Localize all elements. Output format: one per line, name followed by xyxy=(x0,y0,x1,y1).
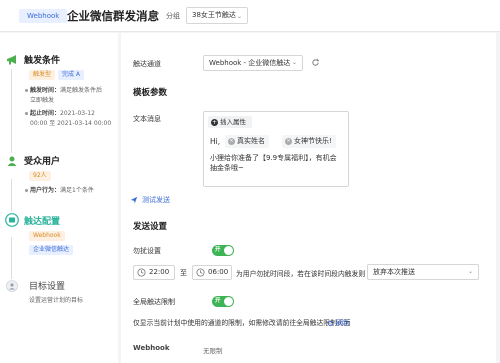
greeting-text: Hi, xyxy=(210,137,221,146)
group-select[interactable]: 38女王节触达 ⌄ xyxy=(186,7,248,24)
channel-select-value: Webhook - 企业微信触达 xyxy=(209,59,291,67)
test-send-label: 测试发送 xyxy=(142,196,170,204)
toggle-knob xyxy=(224,246,233,255)
trigger-time-value2: 立即触发 xyxy=(30,97,55,104)
group-select-value: 38女王节触达 xyxy=(192,11,236,19)
audience-count-chip: 92人 xyxy=(29,171,51,181)
dnd-toggle[interactable]: 开 xyxy=(212,245,234,256)
toggle-knob xyxy=(224,297,233,306)
dnd-action-select[interactable]: 放弃本次推送 ⌄ xyxy=(367,264,479,280)
period-value: 2021-03-12 xyxy=(60,110,95,117)
users-icon xyxy=(7,156,17,166)
page-header: Webhook 企业微信群发消息 分组 38女王节触达 ⌄ xyxy=(0,0,500,32)
refresh-label: 刷新 xyxy=(336,319,350,327)
behavior-value: 满足1个条件 xyxy=(60,187,94,194)
steps-sidebar: 触发条件 触发型 完成 A 触发时间：满足触发条件后 立即触发 起止时间：202… xyxy=(0,33,118,363)
step-connector xyxy=(11,179,12,211)
dnd-label: 勿扰设置 xyxy=(133,247,161,255)
webhook-limit-label: Webhook xyxy=(133,344,170,352)
chevron-down-icon: ⌄ xyxy=(236,13,242,20)
variable-chip[interactable]: × 女神节快乐! xyxy=(282,135,336,148)
insert-attr-label: 插入属性 xyxy=(220,118,246,126)
send-settings-title: 发送设置 xyxy=(133,222,168,232)
step-trigger-title[interactable]: 触发条件 xyxy=(24,53,60,66)
step-connector xyxy=(11,69,12,153)
step-reach-title[interactable]: 触达配置 xyxy=(24,214,60,227)
trigger-type-chip: 触发型 xyxy=(29,70,56,80)
variable-name: 真实姓名 xyxy=(237,137,265,145)
period-row: 起止时间：2021-03-12 xyxy=(25,108,95,117)
variable-chip[interactable]: × 真实姓名 xyxy=(225,135,269,148)
global-limit-label: 全局触达限制 xyxy=(133,298,175,306)
chevron-down-icon: ⌄ xyxy=(291,59,297,66)
time-end-input[interactable]: 06:00 xyxy=(192,265,232,280)
dnd-description: 为用户勿扰时间段，若在该时间段内触发则 xyxy=(236,270,366,278)
time-start-value: 22:00 xyxy=(149,268,170,276)
page-title: 企业微信群发消息 xyxy=(67,9,159,23)
trigger-event-chip: 完成 A xyxy=(58,70,85,80)
period-label: 起止时间： xyxy=(30,110,61,117)
period-value2: 00:00 至 2021-03-14 00:00 xyxy=(30,120,112,127)
trigger-time-label: 触发时间： xyxy=(30,87,61,94)
plus-circle-icon: + xyxy=(211,118,218,126)
global-limit-toggle[interactable]: 开 xyxy=(212,296,234,307)
channel-select[interactable]: Webhook - 企业微信触达 ⌄ xyxy=(203,55,303,71)
close-icon[interactable]: × xyxy=(285,137,292,145)
template-section-title: 模板参数 xyxy=(133,88,168,98)
insert-attr-button[interactable]: + 插入属性 xyxy=(208,116,252,128)
toggle-on-text: 开 xyxy=(215,247,221,253)
message-body: 小狸给你准备了【9.9专属福利】，有机会抽金条哦~ xyxy=(210,154,337,172)
clock-icon xyxy=(196,268,205,277)
behavior-label: 用户行为： xyxy=(30,187,61,194)
goal-desc: 设置运营计划的目标 xyxy=(29,297,84,304)
trigger-time-value: 满足触发条件后 xyxy=(60,87,103,94)
person-icon xyxy=(6,280,18,292)
clock-icon xyxy=(137,268,146,277)
step-audience-title[interactable]: 受众用户 xyxy=(24,154,60,167)
text-msg-label: 文本消息 xyxy=(133,115,161,123)
time-start-input[interactable]: 22:00 xyxy=(133,265,175,280)
close-icon[interactable]: × xyxy=(228,137,235,145)
toggle-on-text: 开 xyxy=(215,298,221,304)
main-panel: 触达通道 Webhook - 企业微信触达 ⌄ 模板参数 文本消息 + 插入属性 … xyxy=(121,33,496,363)
trigger-time-row: 触发时间：满足触发条件后 xyxy=(25,85,102,94)
time-end-value: 06:00 xyxy=(208,268,229,276)
active-step-icon xyxy=(5,213,19,227)
channel-label: 触达通道 xyxy=(133,60,161,68)
chevron-down-icon: ⌄ xyxy=(467,268,473,275)
step-connector xyxy=(11,237,12,279)
time-to-label: 至 xyxy=(180,269,187,277)
webhook-tag: Webhook xyxy=(19,9,68,23)
variable-text: 女神节快乐! xyxy=(294,137,332,145)
test-send-link[interactable]: 测试发送 xyxy=(130,195,170,205)
refresh-icon xyxy=(327,320,334,326)
reach-channel-chip: 企业微信触达 xyxy=(29,245,74,255)
reach-webhook-chip: Webhook xyxy=(29,231,65,241)
message-editor[interactable]: + 插入属性 Hi, × 真实姓名 × 女神节快乐! 小狸给你准备了【9.9专属福利】… xyxy=(203,111,349,187)
pencil-icon[interactable] xyxy=(150,10,160,20)
megaphone-icon xyxy=(7,55,16,65)
dnd-action-value: 放弃本次推送 xyxy=(373,268,415,276)
send-icon xyxy=(130,196,138,204)
refresh-link[interactable]: 刷新 xyxy=(327,317,350,327)
refresh-icon[interactable] xyxy=(311,58,320,67)
webhook-limit-value: 无限制 xyxy=(203,347,223,355)
step-goal-title[interactable]: 目标设置 xyxy=(29,279,65,292)
behavior-row: 用户行为：满足1个条件 xyxy=(25,185,94,194)
group-label: 分组 xyxy=(166,12,180,20)
global-limit-desc: 仅显示当前计划中使用的通道的限制，如需修改请前往全局触达限制页面 xyxy=(133,319,351,327)
